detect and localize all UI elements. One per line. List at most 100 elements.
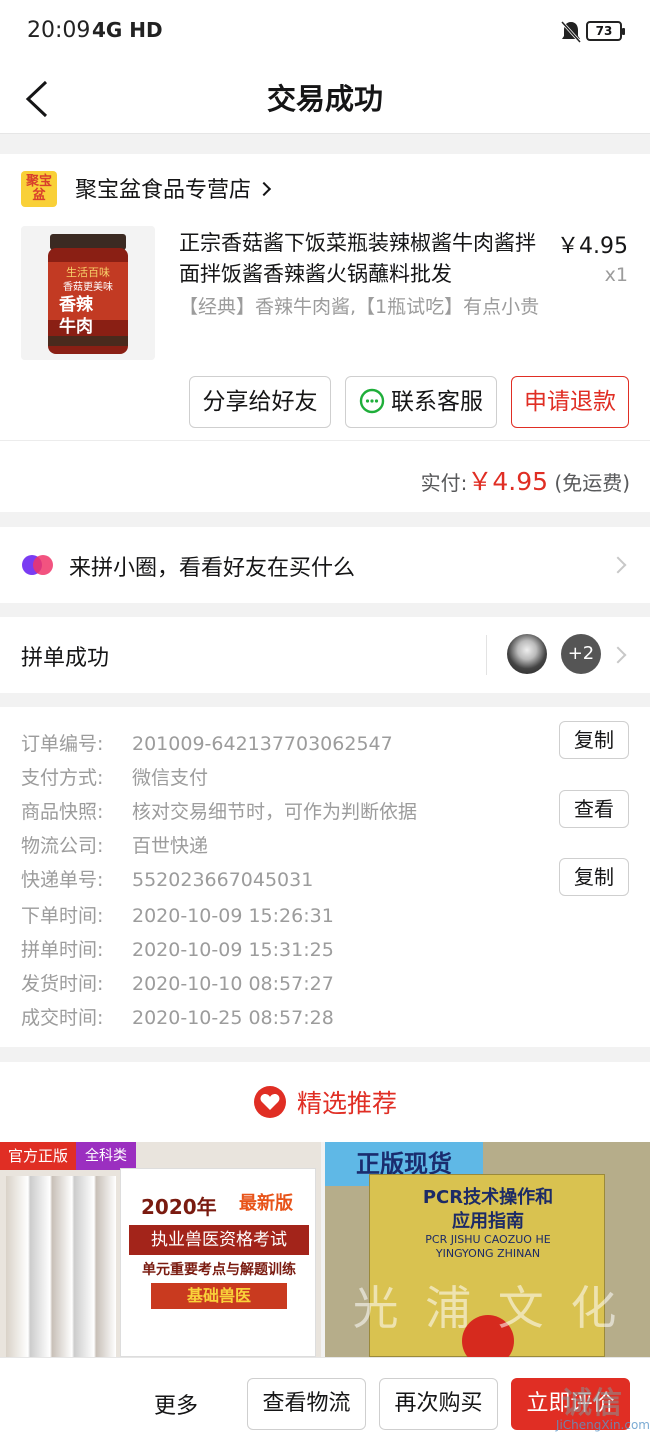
book2-line3: PCR JISHU CAOZUO HE (425, 1233, 551, 1246)
circle-logo-icon (22, 555, 53, 575)
order-info-section: 订单编号: 201009-642137703062547 复制 支付方式: 微信支付… (0, 707, 650, 1047)
contact-service-button[interactable]: 联系客服 (345, 376, 497, 428)
product-image[interactable]: 生活百味 香菇更美味 香辣 牛肉 (21, 226, 155, 360)
product-spec: 【经典】香辣牛肉酱,【1瓶试吃】有点小贵 (179, 296, 540, 318)
watermark-site: JiChengXin.com (555, 1418, 650, 1432)
tracking-number-row: 快递单号: 552023667045031 (21, 865, 313, 892)
friend-circle-row[interactable]: 来拼小圈，看看好友在买什么 (0, 527, 650, 603)
svg-text:香辣: 香辣 (59, 294, 94, 315)
member-count: +2 (567, 643, 595, 664)
svg-text:牛肉: 牛肉 (59, 316, 93, 337)
product-price: ￥4.95 (557, 234, 628, 259)
recommend-header: 精选推荐 (0, 1062, 650, 1142)
site-watermark: 诚信 JiChengXin.com (532, 1368, 650, 1444)
book2-line4: YINGYONG ZHINAN (435, 1247, 541, 1260)
contact-service-label: 联系客服 (391, 389, 483, 415)
mute-bell-icon (560, 20, 582, 44)
info-key: 支付方式: (21, 767, 104, 789)
recommend-item-1[interactable]: 官方正版 全科类 2020年 最新版 执业兽医资格考试 单元重要考点与解题训练 … (0, 1142, 321, 1357)
info-key: 下单时间: (21, 905, 104, 927)
info-key: 订单编号: (21, 733, 104, 755)
copy-order-number-button[interactable]: 复制 (559, 721, 629, 759)
official-tag-text: 官方正版 (7, 1147, 68, 1165)
vertical-divider (486, 635, 487, 675)
more-button[interactable]: 更多 (154, 1388, 198, 1420)
view-logistics-button[interactable]: 查看物流 (247, 1378, 366, 1430)
info-value: 2020-10-09 15:26:31 (132, 905, 334, 927)
watermark-brand: 诚信 (562, 1386, 622, 1421)
order-card: 聚宝盆 聚宝盆食品专营店 生活百味 香菇更美味 香辣 牛肉 正宗香菇酱下饭菜瓶装… (0, 154, 650, 512)
order-number-row: 订单编号: 201009-642137703062547 (21, 729, 393, 756)
view-snapshot-button[interactable]: 查看 (559, 790, 629, 828)
chevron-right-icon (256, 181, 272, 197)
refund-button[interactable]: 申请退款 (511, 376, 629, 428)
circle-text: 来拼小圈，看看好友在买什么 (69, 556, 356, 581)
copy-tracking-number-button[interactable]: 复制 (559, 858, 629, 896)
recommend-title-text: 精选推荐 (296, 1089, 397, 1118)
info-key: 成交时间: (21, 1007, 104, 1029)
book-line2: 单元重要考点与解题训练 (142, 1262, 296, 1278)
battery-indicator: 73 (586, 21, 625, 41)
info-value: 2020-10-09 15:31:25 (132, 939, 334, 961)
divider (0, 440, 650, 441)
info-key: 物流公司: (21, 835, 104, 857)
page-title: 交易成功 (266, 82, 383, 116)
info-key: 拼单时间: (21, 939, 104, 961)
svg-text:香菇更美味: 香菇更美味 (63, 280, 113, 293)
official-tag: 官方正版 (0, 1142, 76, 1170)
payment-summary: 实付:￥4.95 (免运费) (421, 462, 630, 498)
info-key: 商品快照: (21, 801, 104, 823)
snapshot-row: 商品快照: 核对交易细节时，可作为判断依据 (21, 797, 417, 824)
book-year: 2020年 (141, 1195, 217, 1219)
member-avatar (507, 634, 547, 674)
all-subjects-tag-text: 全科类 (85, 1148, 127, 1164)
buy-again-button[interactable]: 再次购买 (379, 1378, 498, 1430)
heart-icon (253, 1086, 286, 1118)
share-button[interactable]: 分享给好友 (189, 376, 331, 428)
shop-name: 聚宝盆食品专营店 (75, 178, 252, 203)
info-value: 552023667045031 (132, 869, 314, 891)
order-time-row: 下单时间: 2020-10-09 15:26:31 (21, 901, 334, 928)
shop-logo[interactable]: 聚宝盆 (21, 171, 57, 207)
chat-icon (359, 388, 385, 414)
chevron-right-icon (609, 556, 627, 574)
group-success-row[interactable]: 拼单成功 +2 (0, 617, 650, 693)
nav-bar: 交易成功 (0, 64, 650, 134)
chevron-right-icon (609, 646, 627, 664)
shop-watermark: 光 浦 文 化 (352, 1281, 623, 1335)
info-value: 2020-10-25 08:57:28 (132, 1007, 334, 1029)
deal-time-row: 成交时间: 2020-10-25 08:57:28 (21, 1003, 334, 1030)
info-value: 百世快递 (132, 835, 209, 857)
info-key: 发货时间: (21, 973, 104, 995)
share-button-label: 分享给好友 (202, 389, 318, 415)
payment-method-row: 支付方式: 微信支付 (21, 763, 208, 790)
network-indicator: 4G HD (92, 18, 163, 42)
book-line1: 执业兽医资格考试 (129, 1225, 309, 1255)
payment-label: 实付: (420, 471, 468, 495)
book2-line2: 应用指南 (452, 1211, 524, 1232)
member-count-avatar: +2 (561, 634, 601, 674)
logistics-company-row: 物流公司: 百世快递 (21, 831, 208, 858)
group-text: 拼单成功 (21, 646, 110, 671)
status-bar: 20:09 4G HD 73 (0, 0, 650, 64)
svg-text:生活百味: 生活百味 (66, 265, 110, 279)
payment-amount: ￥4.95 (467, 467, 549, 496)
product-title[interactable]: 正宗香菇酱下饭菜瓶装辣椒酱牛肉酱拌面拌饭酱香辣酱火锅蘸料批发 (179, 228, 544, 290)
ship-time-row: 发货时间: 2020-10-10 08:57:27 (21, 969, 334, 996)
info-key: 快递单号: (21, 869, 104, 891)
book-cover: 2020年 最新版 执业兽医资格考试 单元重要考点与解题训练 基础兽医 (120, 1168, 316, 1357)
all-subjects-tag: 全科类 (76, 1142, 136, 1170)
info-value: 2020-10-10 08:57:27 (132, 973, 334, 995)
book-spines (6, 1176, 116, 1357)
recommend-title: 精选推荐 (0, 1084, 650, 1120)
shop-link[interactable]: 聚宝盆食品专营店 (75, 172, 272, 204)
info-value: 微信支付 (132, 767, 209, 789)
book-badge: 最新版 (239, 1193, 293, 1214)
payment-note: (免运费) (554, 471, 630, 495)
info-value: 201009-642137703062547 (132, 733, 393, 755)
refund-button-label: 申请退款 (524, 389, 616, 415)
product-quantity: x1 (604, 264, 628, 286)
recommend-item-2[interactable]: 正版现货 PCR技术操作和 应用指南 PCR JISHU CAOZUO HE Y… (325, 1142, 650, 1357)
book2-line1: PCR技术操作和 (422, 1187, 554, 1208)
group-time-row: 拼单时间: 2020-10-09 15:31:25 (21, 935, 334, 962)
